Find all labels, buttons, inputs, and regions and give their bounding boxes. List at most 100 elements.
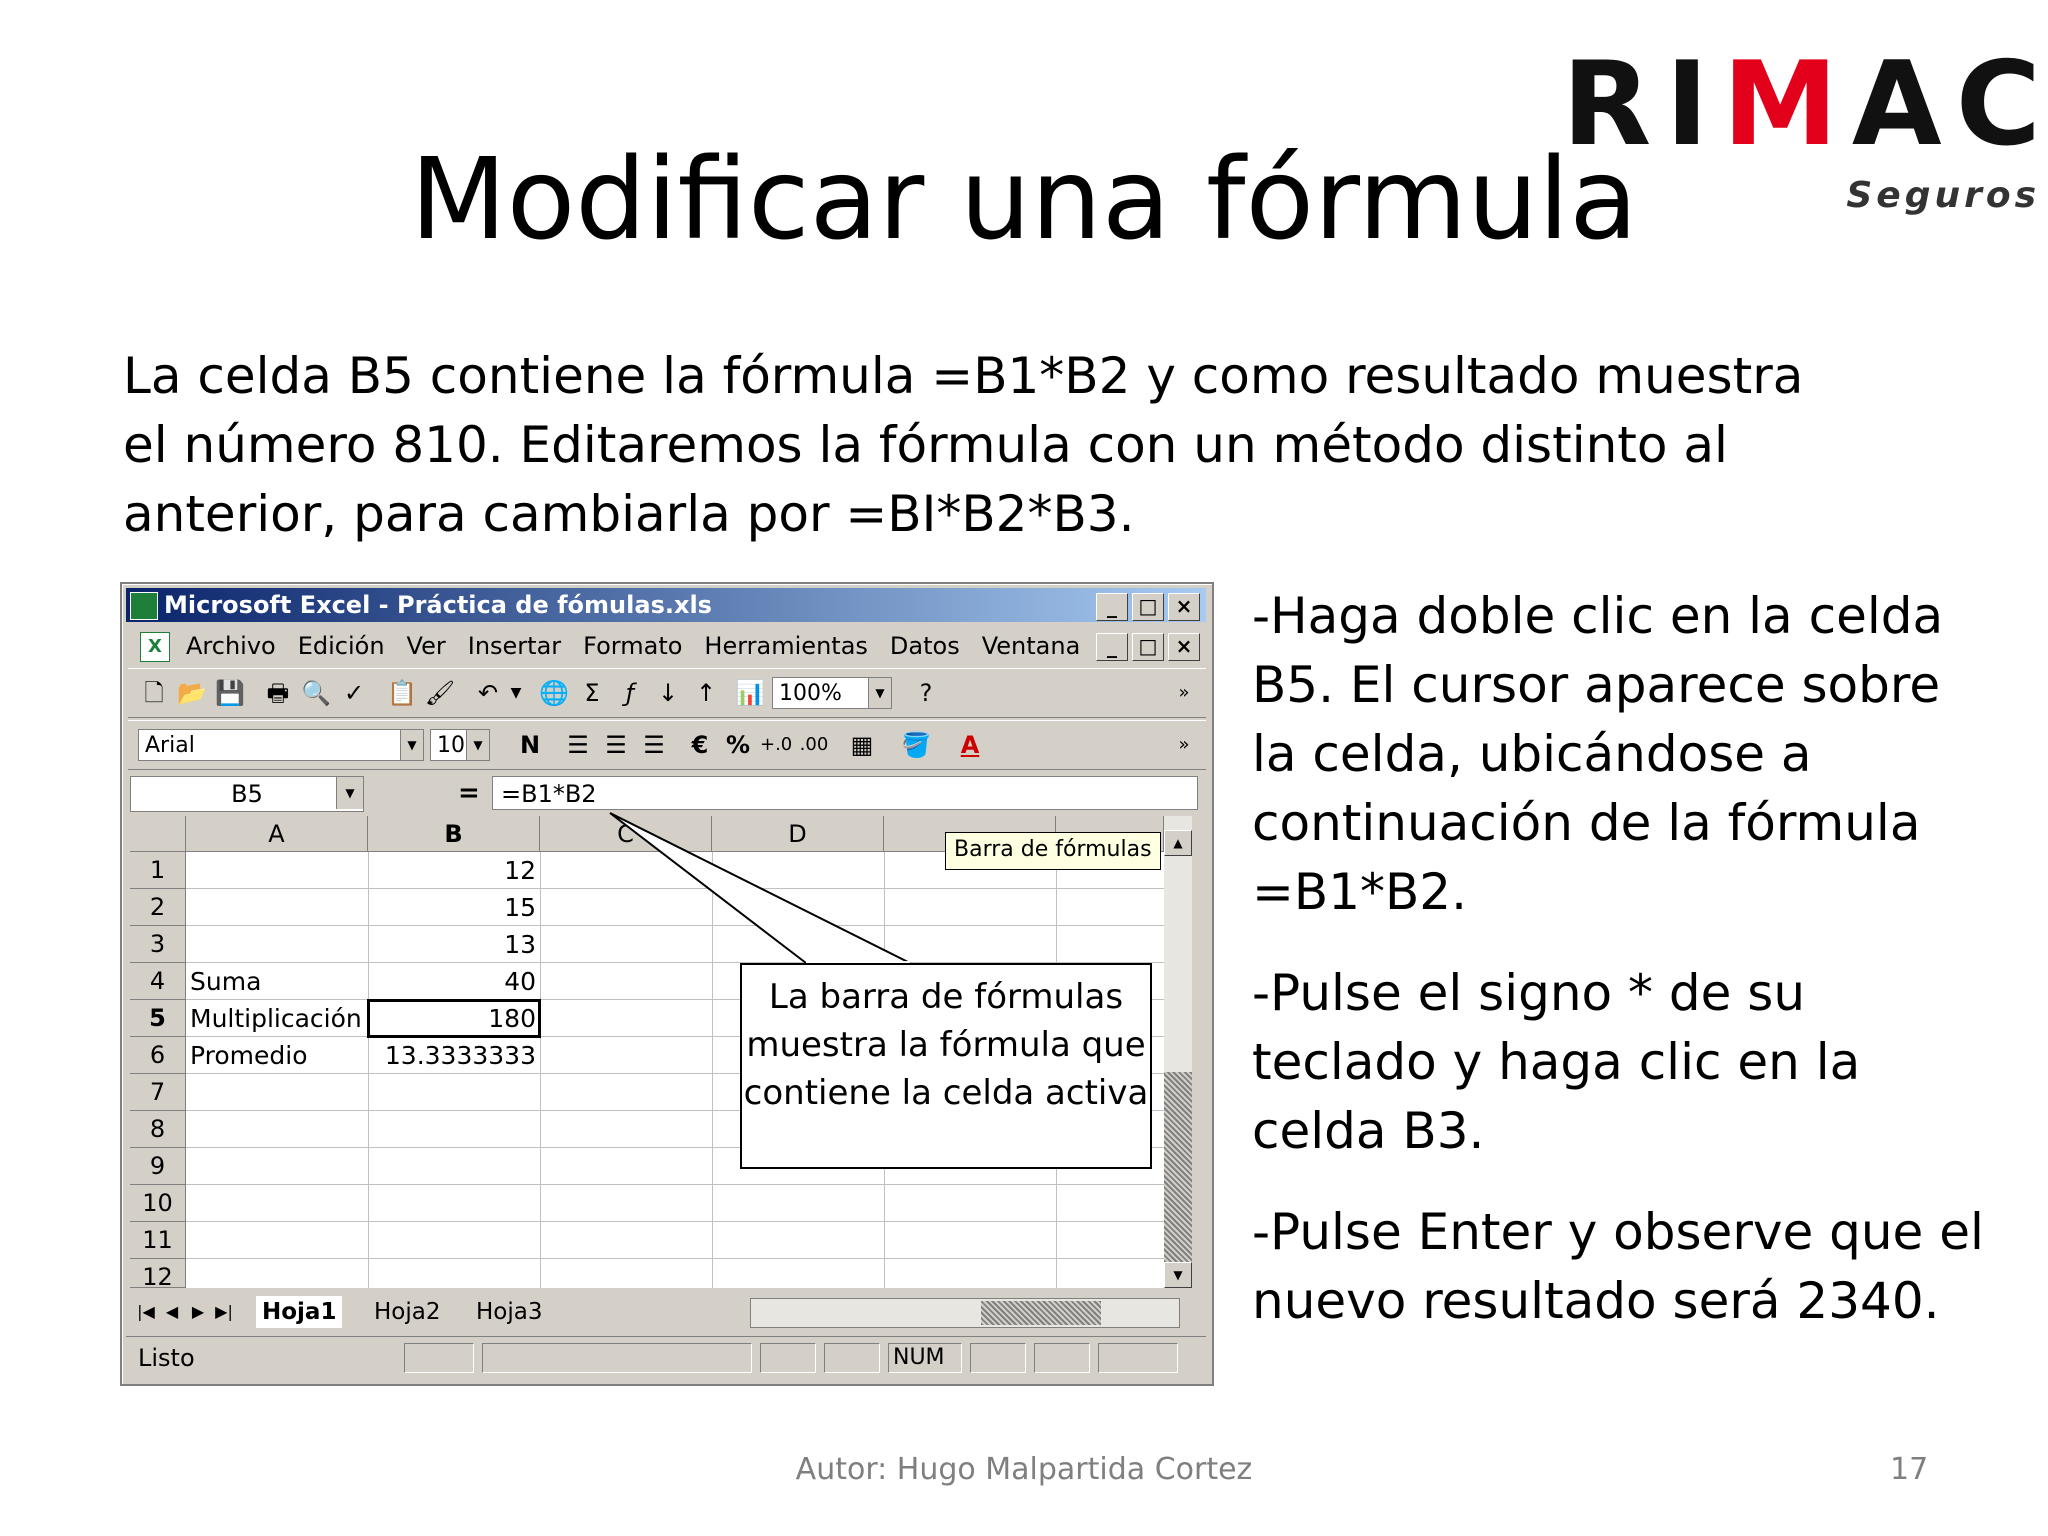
cell-b1[interactable]: 12: [368, 852, 540, 889]
doc-minimize-button[interactable]: _: [1096, 633, 1128, 661]
borders-icon[interactable]: ▦: [846, 729, 878, 761]
sheet-tab-hoja3[interactable]: Hoja3: [470, 1296, 548, 1328]
format-painter-icon[interactable]: 🖌: [424, 677, 456, 709]
row-header[interactable]: 2: [130, 889, 186, 926]
cell-b3[interactable]: 13: [368, 926, 540, 963]
column-header-d[interactable]: D: [712, 816, 884, 852]
formatting-toolbar: Arial ▼ 10 ▼ N ☰ ☰ ☰ € % +.0 .00 ▦ 🪣 A »: [128, 720, 1206, 770]
save-icon[interactable]: 💾: [214, 677, 246, 709]
menu-archivo[interactable]: Archivo: [186, 626, 276, 666]
font-size-select[interactable]: 10 ▼: [430, 729, 490, 761]
row-header[interactable]: 1: [130, 852, 186, 889]
page-number: 17: [1890, 1452, 1929, 1487]
row-header[interactable]: 7: [130, 1074, 186, 1111]
open-folder-icon[interactable]: 📂: [176, 677, 208, 709]
toolbar-more-icon[interactable]: »: [1168, 677, 1200, 709]
decrease-decimal-icon[interactable]: .00: [798, 729, 830, 761]
select-all-corner[interactable]: [130, 816, 186, 852]
fill-color-icon[interactable]: 🪣: [900, 729, 932, 761]
sort-ascending-icon[interactable]: ↓: [652, 677, 684, 709]
cell-b2[interactable]: 15: [368, 889, 540, 926]
row-header[interactable]: 4: [130, 963, 186, 1000]
close-button[interactable]: ×: [1168, 593, 1200, 621]
print-preview-icon[interactable]: 🔍: [300, 677, 332, 709]
toolbar2-more-icon[interactable]: »: [1168, 729, 1200, 761]
column-header-c[interactable]: C: [540, 816, 712, 852]
menu-formato[interactable]: Formato: [583, 626, 682, 666]
next-sheet-icon[interactable]: ▶: [186, 1298, 210, 1326]
paste-icon[interactable]: 📋: [386, 677, 418, 709]
menu-herramientas[interactable]: Herramientas: [704, 626, 867, 666]
sheet-tab-hoja2[interactable]: Hoja2: [368, 1296, 446, 1328]
align-right-icon[interactable]: ☰: [638, 729, 670, 761]
horizontal-scroll-thumb[interactable]: [981, 1301, 1101, 1325]
maximize-button[interactable]: □: [1132, 593, 1164, 621]
prev-sheet-icon[interactable]: ◀: [160, 1298, 184, 1326]
row-header[interactable]: 3: [130, 926, 186, 963]
step-3: -Pulse Enter y observe que el nuevo resu…: [1252, 1203, 1984, 1330]
scroll-up-icon[interactable]: ▲: [1164, 830, 1192, 856]
formula-bar-tooltip: Barra de fórmulas: [945, 832, 1161, 870]
menu-insertar[interactable]: Insertar: [468, 626, 561, 666]
align-left-icon[interactable]: ☰: [562, 729, 594, 761]
autosum-icon[interactable]: Σ: [576, 677, 608, 709]
horizontal-scrollbar[interactable]: [750, 1298, 1180, 1328]
vertical-scrollbar[interactable]: ▲ ▼: [1164, 816, 1192, 1288]
cell-b6[interactable]: 13.3333333: [368, 1037, 540, 1074]
active-cell-border: [367, 999, 541, 1038]
last-sheet-icon[interactable]: ▶|: [212, 1298, 236, 1326]
status-text: Listo: [138, 1344, 195, 1372]
step-1: -Haga doble clic en la celda B5. El curs…: [1252, 587, 1944, 921]
column-header-b[interactable]: B: [368, 816, 540, 852]
row-header[interactable]: 9: [130, 1148, 186, 1185]
row-header[interactable]: 6: [130, 1037, 186, 1074]
doc-close-button[interactable]: ×: [1168, 633, 1200, 661]
align-center-icon[interactable]: ☰: [600, 729, 632, 761]
font-select[interactable]: Arial ▼: [138, 729, 424, 761]
increase-decimal-icon[interactable]: +.0: [760, 729, 792, 761]
name-box[interactable]: B5 ▼: [130, 776, 364, 812]
row-header[interactable]: 12: [130, 1259, 186, 1291]
intro-paragraph: La celda B5 contiene la fórmula =B1*B2 y…: [123, 347, 1804, 543]
help-icon[interactable]: ?: [910, 677, 942, 709]
cell-a6[interactable]: Promedio: [186, 1037, 368, 1074]
footer-author: Autor: Hugo Malpartida Cortez: [795, 1452, 1253, 1487]
first-sheet-icon[interactable]: |◀: [134, 1298, 158, 1326]
vertical-scroll-thumb[interactable]: [1164, 1072, 1192, 1262]
cell-a5[interactable]: Multiplicación: [186, 1000, 368, 1037]
row-header[interactable]: 5: [130, 1000, 186, 1037]
title-bar: Microsoft Excel - Práctica de fómulas.xl…: [126, 588, 1206, 622]
menu-edicion[interactable]: Edición: [298, 626, 385, 666]
bold-icon[interactable]: N: [514, 729, 546, 761]
step-2: -Pulse el signo * de su teclado y haga c…: [1252, 964, 1861, 1160]
column-header-a[interactable]: A: [186, 816, 368, 852]
menu-ver[interactable]: Ver: [407, 626, 446, 666]
new-document-icon[interactable]: 🗋: [138, 677, 170, 709]
sort-descending-icon[interactable]: ↑: [690, 677, 722, 709]
row-header[interactable]: 8: [130, 1111, 186, 1148]
row-header[interactable]: 11: [130, 1222, 186, 1259]
percent-icon[interactable]: %: [722, 729, 754, 761]
workbook-icon[interactable]: X: [140, 632, 170, 662]
print-icon[interactable]: 🖶: [262, 677, 294, 709]
menu-ventana[interactable]: Ventana: [982, 626, 1081, 666]
equals-icon[interactable]: =: [458, 776, 480, 810]
formula-input[interactable]: =B1*B2: [492, 776, 1198, 810]
menu-datos[interactable]: Datos: [890, 626, 960, 666]
undo-dropdown-icon[interactable]: ▼: [500, 677, 532, 709]
cell-b4[interactable]: 40: [368, 963, 540, 1000]
scroll-down-icon[interactable]: ▼: [1164, 1262, 1192, 1288]
excel-app-icon: [130, 592, 158, 620]
chart-wizard-icon[interactable]: 📊: [734, 677, 766, 709]
font-color-icon[interactable]: A: [954, 729, 986, 761]
doc-restore-button[interactable]: □: [1132, 633, 1164, 661]
row-header[interactable]: 10: [130, 1185, 186, 1222]
currency-icon[interactable]: €: [684, 729, 716, 761]
function-icon[interactable]: ƒ: [614, 677, 646, 709]
zoom-select[interactable]: 100% ▼: [772, 677, 892, 709]
spelling-icon[interactable]: ✓: [338, 677, 370, 709]
cell-a4[interactable]: Suma: [186, 963, 368, 1000]
minimize-button[interactable]: _: [1096, 593, 1128, 621]
hyperlink-icon[interactable]: 🌐: [538, 677, 570, 709]
sheet-tab-hoja1[interactable]: Hoja1: [256, 1296, 343, 1328]
